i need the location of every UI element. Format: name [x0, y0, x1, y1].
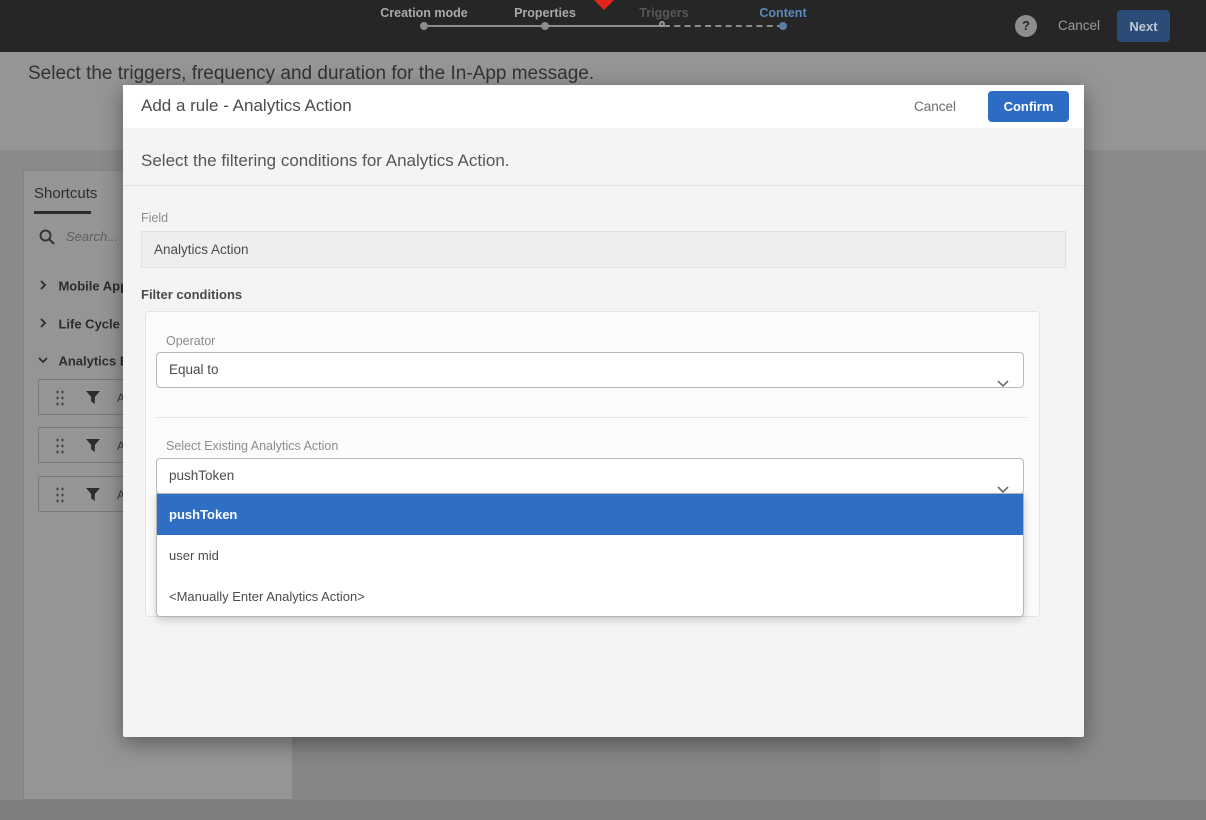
cancel-button[interactable]: Cancel — [1058, 18, 1100, 33]
wizard-track-segment — [545, 25, 664, 27]
analytics-action-select[interactable]: pushToken — [156, 458, 1024, 494]
field-value-input[interactable]: Analytics Action — [141, 231, 1066, 268]
progress-marker-icon — [594, 0, 614, 10]
wizard-dot-pending — [659, 21, 665, 27]
wizard-step-properties[interactable]: Properties — [514, 6, 576, 20]
analytics-action-dropdown: pushToken user mid <Manually Enter Analy… — [156, 493, 1024, 617]
analytics-action-label: Select Existing Analytics Action — [166, 439, 339, 453]
dialog-subtitle: Select the filtering conditions for Anal… — [141, 151, 510, 170]
chevron-down-icon — [997, 367, 1009, 401]
wizard-track-segment-dashed — [664, 25, 783, 27]
dropdown-option-user-mid[interactable]: user mid — [157, 535, 1023, 576]
field-label: Field — [141, 211, 169, 225]
help-icon[interactable]: ? — [1015, 15, 1037, 37]
filter-conditions-heading: Filter conditions — [141, 287, 243, 302]
wizard-dot-active — [779, 22, 787, 30]
wizard-track-segment — [424, 25, 545, 27]
next-button[interactable]: Next — [1117, 10, 1170, 42]
divider — [123, 185, 1084, 186]
dialog-confirm-button[interactable]: Confirm — [988, 91, 1069, 122]
dropdown-option-manual-entry[interactable]: <Manually Enter Analytics Action> — [157, 576, 1023, 616]
wizard-step-content[interactable]: Content — [759, 6, 806, 20]
wizard-dot-done — [541, 22, 549, 30]
dialog-header: Add a rule - Analytics Action Cancel Con… — [123, 85, 1084, 128]
wizard-dot-done — [420, 22, 428, 30]
dialog-cancel-button[interactable]: Cancel — [914, 99, 956, 114]
dropdown-option-pushtoken[interactable]: pushToken — [157, 494, 1023, 535]
divider — [156, 417, 1027, 418]
operator-select[interactable]: Equal to — [156, 352, 1024, 388]
add-rule-dialog: Add a rule - Analytics Action Cancel Con… — [123, 85, 1084, 737]
dialog-title: Add a rule - Analytics Action — [141, 96, 352, 115]
wizard-step-creation-mode[interactable]: Creation mode — [380, 6, 468, 20]
top-nav: Creation mode Properties Triggers Conten… — [0, 0, 1206, 52]
filter-conditions-panel: Operator Equal to Select Existing Analyt… — [145, 311, 1040, 617]
operator-label: Operator — [166, 334, 216, 348]
wizard-step-triggers[interactable]: Triggers — [639, 6, 688, 20]
